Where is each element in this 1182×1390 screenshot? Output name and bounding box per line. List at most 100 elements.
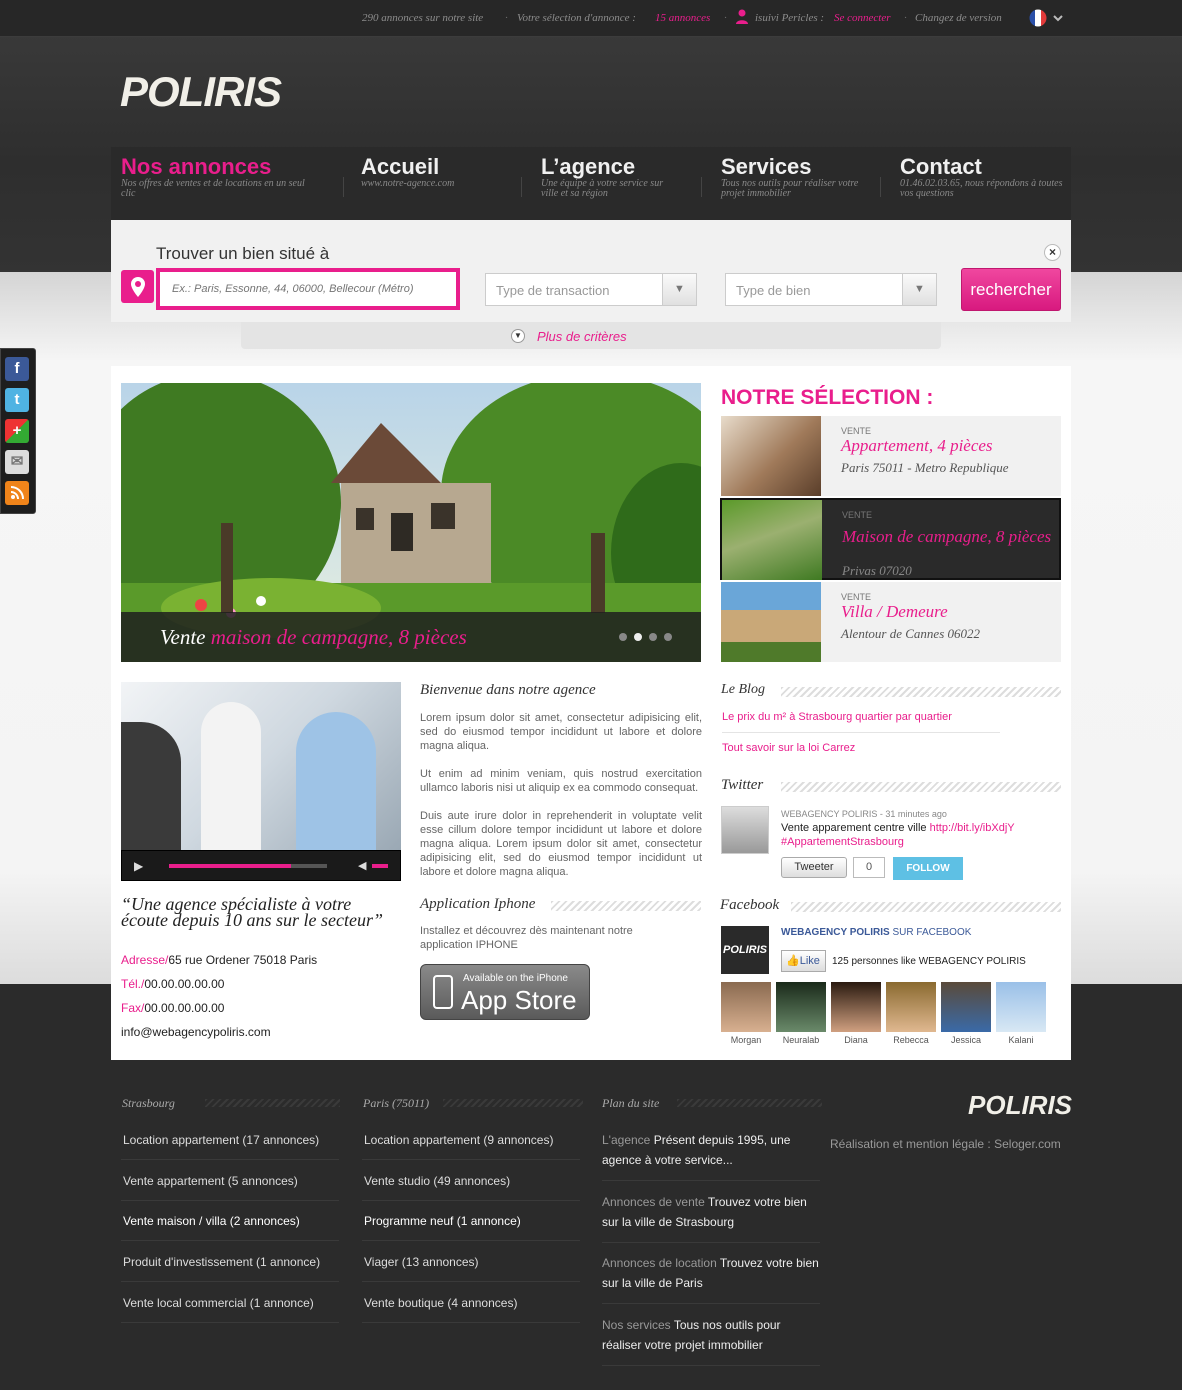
footer-col-title: Plan du site xyxy=(602,1096,670,1111)
thumbs-up-icon: 👍 xyxy=(786,955,800,967)
nav-item-services[interactable]: Services Tous nos outils pour réaliser v… xyxy=(721,155,871,199)
french-flag-icon xyxy=(1029,9,1063,27)
slider-dot[interactable] xyxy=(649,633,657,641)
volume-icon[interactable]: ◀ xyxy=(358,859,366,872)
change-version-link[interactable]: Changez de version xyxy=(915,12,1002,24)
fan-avatar[interactable] xyxy=(721,982,771,1032)
facebook-title: Facebook xyxy=(720,897,788,914)
location-pin-icon xyxy=(121,270,154,303)
phone-line: Tél./00.00.00.00.00 xyxy=(121,977,224,991)
sitemap-item[interactable]: Annonces de vente Trouvez votre bien sur… xyxy=(602,1192,820,1243)
twitter-avatar xyxy=(721,806,769,854)
nav-subtitle: www.notre-agence.com xyxy=(361,178,455,189)
facebook-page-suffix: SUR FACEBOOK xyxy=(892,927,972,938)
villa-thumbnail xyxy=(721,582,821,662)
person-figure xyxy=(121,722,181,852)
nav-item-accueil[interactable]: Accueil www.notre-agence.com xyxy=(361,155,546,189)
footer-link[interactable]: Vente boutique (4 annonces) xyxy=(362,1296,580,1323)
slider-caption-text: Vente maison de campagne, 8 pièces xyxy=(160,625,467,650)
nav-item-annonces[interactable]: Nos annonces Nos offres de ventes et de … xyxy=(121,155,306,199)
more-criteria-toggle[interactable]: ▼ Plus de critères xyxy=(241,322,941,349)
slider-dot[interactable] xyxy=(619,633,627,641)
location-search-input[interactable] xyxy=(156,268,460,310)
listing-type: VENTE xyxy=(841,426,872,436)
tweet-button[interactable]: Tweeter xyxy=(781,857,847,878)
footer-link[interactable]: Location appartement (9 annonces) xyxy=(362,1133,580,1160)
follow-button[interactable]: FOLLOW xyxy=(893,857,963,880)
facebook-page-logo[interactable]: POLIRIS xyxy=(721,926,769,974)
footer-link[interactable]: Programme neuf (1 annonce) xyxy=(362,1214,580,1241)
property-type-select[interactable]: Type de bien ▼ xyxy=(725,273,937,306)
footer-link[interactable]: Vente local commercial (1 annonce) xyxy=(121,1296,339,1323)
footer-logo[interactable]: POLIRIS xyxy=(968,1090,1072,1121)
select-value: Type de transaction xyxy=(496,283,610,298)
transaction-type-select[interactable]: Type de transaction ▼ xyxy=(485,273,697,306)
close-icon[interactable]: × xyxy=(1044,244,1061,261)
stripe-divider xyxy=(677,1099,822,1107)
tweet-link[interactable]: http://bit.ly/ibXdjY xyxy=(930,822,1015,834)
sitemap-item[interactable]: Nos services Tous nos outils pour réalis… xyxy=(602,1315,820,1366)
divider xyxy=(343,177,344,197)
nav-title: L’agence xyxy=(541,154,636,179)
facebook-like-button[interactable]: 👍Like xyxy=(781,950,826,972)
search-panel: Trouver un bien situé à × Type de transa… xyxy=(111,220,1071,322)
selection-card[interactable]: VENTE Appartement, 4 pièces Paris 75011 … xyxy=(721,416,1061,496)
footer-link[interactable]: Produit d'investissement (1 annonce) xyxy=(121,1255,339,1282)
fan-avatar[interactable] xyxy=(831,982,881,1032)
play-icon[interactable]: ▶ xyxy=(134,859,143,873)
listing-name: Appartement, 4 pièces xyxy=(841,436,993,455)
sitemap-item[interactable]: Annonces de location Trouvez votre bien … xyxy=(602,1253,820,1304)
share-plus-icon[interactable]: + xyxy=(5,419,29,443)
blog-link[interactable]: Le prix du m² à Strasbourg quartier par … xyxy=(722,711,952,723)
volume-bar[interactable] xyxy=(372,864,388,868)
facebook-icon[interactable]: f xyxy=(5,357,29,381)
fan-name: Morgan xyxy=(730,1035,762,1045)
stripe-divider xyxy=(443,1099,583,1107)
listing-type: VENTE xyxy=(842,510,873,520)
person-figure xyxy=(201,702,261,852)
footer-link[interactable]: Vente maison / villa (2 annonces) xyxy=(121,1214,339,1241)
country-house-thumbnail xyxy=(722,500,822,580)
fan-avatar[interactable] xyxy=(886,982,936,1032)
featured-slider[interactable]: Vente maison de campagne, 8 pièces xyxy=(121,383,701,662)
email-icon[interactable]: ✉ xyxy=(5,450,29,474)
language-selector[interactable] xyxy=(1029,9,1063,27)
selection-card-active[interactable]: VENTE Maison de campagne, 8 pièces Priva… xyxy=(720,498,1061,580)
video-controls: ▶ ◀ xyxy=(121,850,401,881)
selection-card[interactable]: VENTE Villa / Demeure Alentour de Cannes… xyxy=(721,582,1061,662)
apartment-thumbnail xyxy=(721,416,821,496)
search-button[interactable]: rechercher xyxy=(961,268,1061,311)
rss-icon[interactable] xyxy=(5,481,29,505)
chevron-down-icon: ▼ xyxy=(902,274,936,305)
stripe-divider xyxy=(551,901,701,911)
footer-link[interactable]: Location appartement (17 annonces) xyxy=(121,1133,339,1160)
login-link[interactable]: Se connecter xyxy=(834,12,891,24)
facebook-page-name[interactable]: WEBAGENCY POLIRIS xyxy=(781,927,890,938)
sitemap-label: Annonces de location xyxy=(602,1256,717,1270)
listing-type: VENTE xyxy=(841,592,872,602)
video-player[interactable]: ▶ ◀ xyxy=(121,682,401,881)
fan-avatar[interactable] xyxy=(776,982,826,1032)
nav-item-agence[interactable]: L’agence Une équipe à votre service sur … xyxy=(541,155,681,199)
footer-link[interactable]: Vente appartement (5 annonces) xyxy=(121,1174,339,1201)
slider-dot-active[interactable] xyxy=(634,633,642,641)
tweet-hashtag[interactable]: #AppartementStrasbourg xyxy=(781,836,904,848)
fan-name: Jessica xyxy=(950,1035,981,1045)
fan-name: Kalani xyxy=(1008,1035,1034,1045)
fan-avatar[interactable] xyxy=(996,982,1046,1032)
selection-count-link[interactable]: 15 annonces xyxy=(655,12,710,24)
sitemap-item[interactable]: L'agence Présent depuis 1995, une agence… xyxy=(602,1130,820,1181)
footer-link[interactable]: Vente studio (49 annonces) xyxy=(362,1174,580,1201)
nav-item-contact[interactable]: Contact 01.46.02.03.65, nous répondons à… xyxy=(900,155,1065,199)
tweet-body: Vente apparement centre ville http://bit… xyxy=(781,821,1071,849)
fan-avatar[interactable] xyxy=(941,982,991,1032)
app-store-badge[interactable]: Available on the iPhone App Store xyxy=(420,964,590,1020)
slider-dot[interactable] xyxy=(664,633,672,641)
nav-title: Services xyxy=(721,154,812,179)
blog-link[interactable]: Tout savoir sur la loi Carrez xyxy=(722,742,855,754)
twitter-icon[interactable]: t xyxy=(5,388,29,412)
footer-link[interactable]: Viager (13 annonces) xyxy=(362,1255,580,1282)
email-link[interactable]: info@webagencypoliris.com xyxy=(121,1025,271,1039)
iphone-title: Application Iphone xyxy=(420,896,544,913)
site-logo[interactable]: POLIRIS xyxy=(120,68,282,116)
